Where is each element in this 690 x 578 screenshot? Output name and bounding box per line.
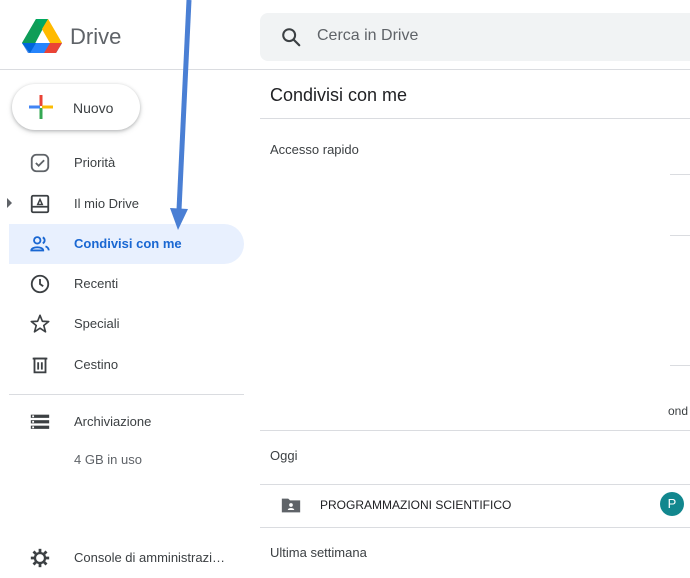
storage-icon <box>30 414 50 429</box>
sidebar-item-label: Console di amministrazi… <box>74 550 225 565</box>
search-icon[interactable] <box>280 26 302 48</box>
sidebar-item-label: Recenti <box>74 276 119 291</box>
search-input[interactable]: Cerca in Drive <box>260 13 690 61</box>
storage-usage-text: 4 GB in uso <box>74 452 142 467</box>
page-title: Condivisi con me <box>270 85 408 105</box>
annotation-arrow-icon <box>170 0 192 230</box>
search-placeholder: Cerca in Drive <box>317 27 419 44</box>
quick-access-card-edge <box>670 365 690 366</box>
file-row[interactable]: PROGRAMMAZIONI SCIENTIFICO P <box>262 484 690 526</box>
file-name: PROGRAMMAZIONI SCIENTIFICO <box>320 498 512 512</box>
sidebar-item-admin-console[interactable]: Console di amministrazi… <box>9 538 244 578</box>
trash-icon <box>32 357 48 374</box>
sidebar-item-priority[interactable]: Priorità <box>9 143 244 183</box>
sidebar-item-label: Priorità <box>74 155 116 170</box>
drive-logo-icon <box>22 19 62 53</box>
settings-gear-icon <box>30 548 50 568</box>
sidebar-item-label: Condivisi con me <box>74 236 182 251</box>
section-last-week-heading: Ultima settimana <box>270 545 367 560</box>
section-today-heading: Oggi <box>270 448 298 463</box>
sidebar-item-label: Archiviazione <box>74 414 152 429</box>
title-divider <box>260 118 690 119</box>
quick-access-heading: Accesso rapido <box>270 142 359 157</box>
quick-access-area <box>262 172 690 366</box>
sidebar-item-starred[interactable]: Speciali <box>9 304 244 344</box>
header-divider <box>0 69 690 70</box>
section-divider <box>260 430 690 431</box>
quick-access-card-edge <box>670 174 690 175</box>
sidebar-item-label: Cestino <box>74 357 119 372</box>
new-button[interactable]: Nuovo <box>12 84 140 130</box>
sidebar-divider <box>9 394 244 395</box>
my-drive-icon <box>30 194 50 214</box>
row-divider <box>260 527 690 528</box>
shared-folder-icon <box>281 498 301 513</box>
sidebar-item-shared-with-me[interactable]: Condivisi con me <box>9 224 244 264</box>
owner-avatar[interactable]: P <box>660 492 684 516</box>
expand-arrow-icon[interactable] <box>7 198 12 208</box>
sidebar-item-recent[interactable]: Recenti <box>9 264 244 304</box>
star-icon <box>30 314 50 333</box>
sidebar-item-trash[interactable]: Cestino <box>9 345 244 385</box>
priority-check-icon <box>30 153 50 173</box>
clock-icon <box>30 274 50 294</box>
clipped-card-label: ond <box>668 404 689 418</box>
sidebar-item-label: Il mio Drive <box>74 196 140 211</box>
sidebar-item-storage[interactable]: Archiviazione <box>9 402 244 442</box>
new-button-label: Nuovo <box>73 100 114 116</box>
quick-access-card-edge <box>670 235 690 236</box>
shared-people-icon <box>30 236 50 252</box>
sidebar-item-my-drive[interactable]: Il mio Drive <box>7 184 244 224</box>
plus-icon <box>29 95 53 119</box>
app-name: Drive <box>70 24 122 49</box>
drive-logo[interactable] <box>22 18 62 56</box>
sidebar-item-label: Speciali <box>74 316 120 331</box>
